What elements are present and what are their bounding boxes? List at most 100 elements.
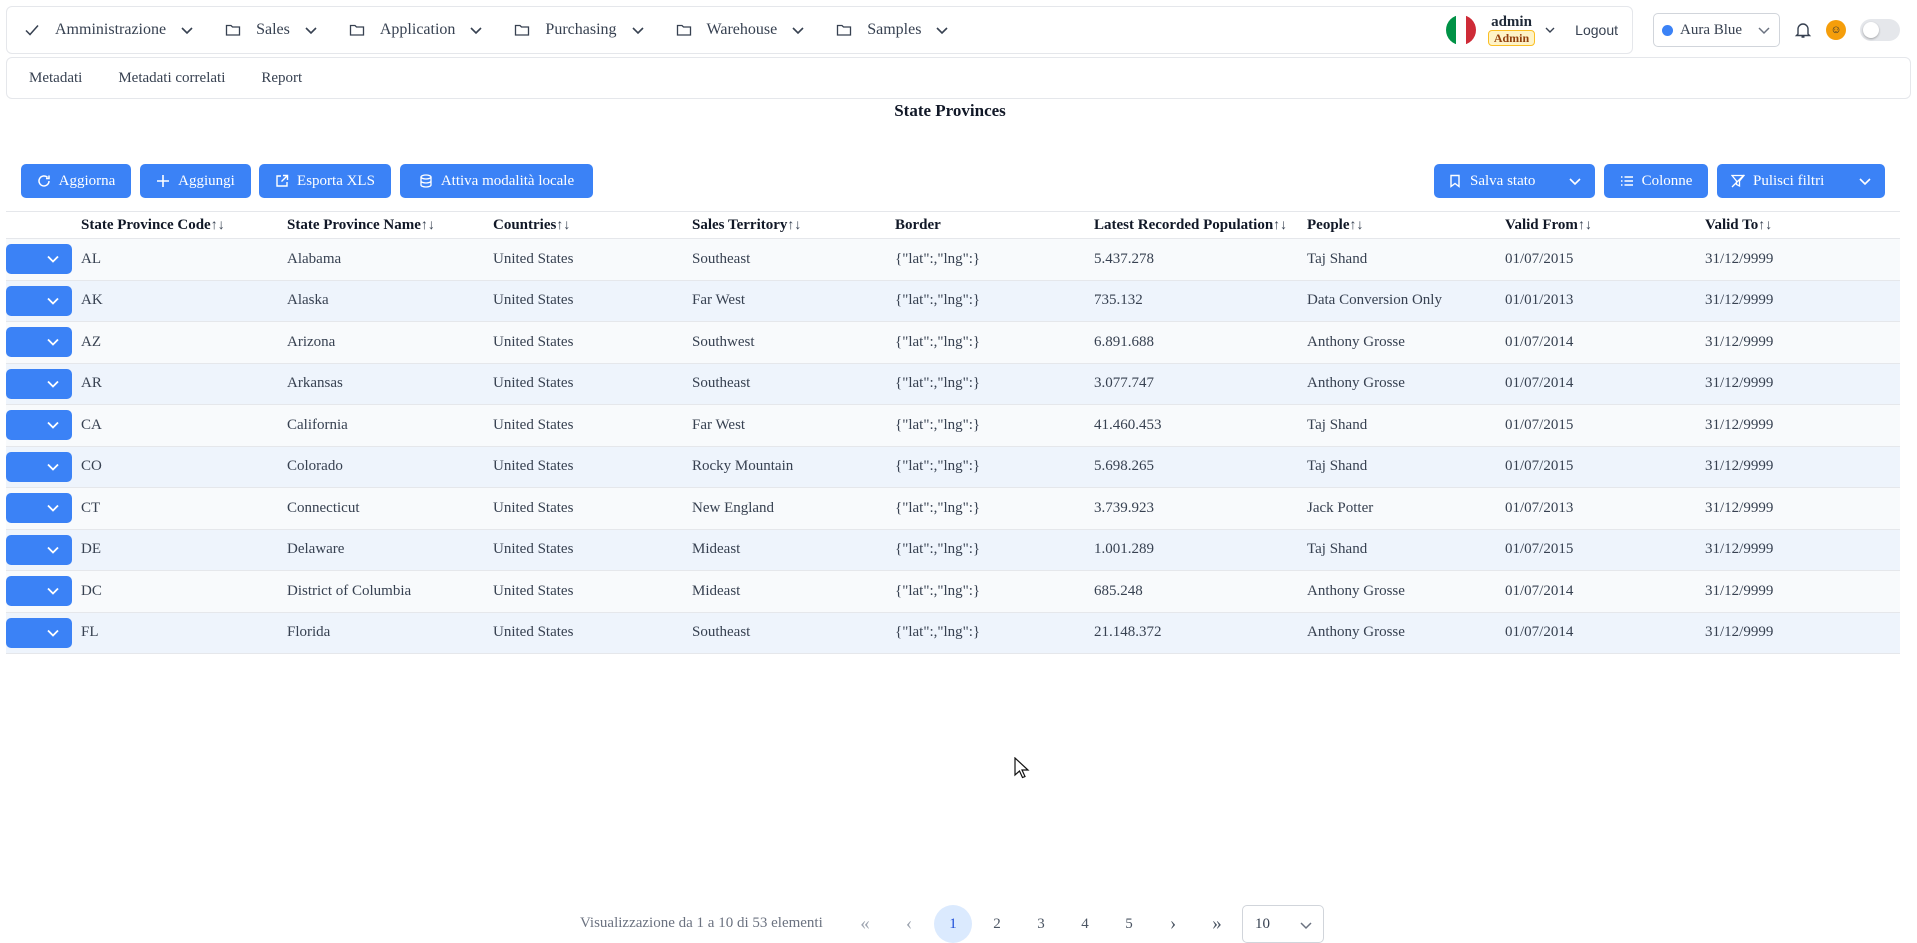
cell-valid-from: 01/07/2014 <box>1505 363 1705 405</box>
mouse-cursor-icon <box>1014 757 1030 779</box>
cell-border: {"lat":,"lng":} <box>895 487 1094 530</box>
chevron-down-icon <box>47 339 59 347</box>
sort-icon[interactable]: ↑↓ <box>421 218 435 233</box>
next-page-button[interactable]: › <box>1154 905 1192 943</box>
nav-item-amministrazione[interactable]: Amministrazione <box>7 7 208 53</box>
row-expand-button[interactable] <box>6 576 72 607</box>
header-people[interactable]: People↑↓ <box>1307 211 1505 239</box>
cell-code: DE <box>81 529 287 571</box>
last-page-button[interactable]: » <box>1198 905 1236 943</box>
page-button-5[interactable]: 5 <box>1110 905 1148 943</box>
local-mode-button[interactable]: Attiva modalità locale <box>400 164 593 198</box>
sort-icon[interactable]: ↑↓ <box>211 218 225 233</box>
subnav-item-report[interactable]: Report <box>261 70 302 87</box>
page-button-3[interactable]: 3 <box>1022 905 1060 943</box>
row-expand-button[interactable] <box>6 244 72 275</box>
row-expand-button[interactable] <box>6 285 72 316</box>
logout-button[interactable]: Logout <box>1575 22 1618 38</box>
header-valid-to[interactable]: Valid To↑↓ <box>1705 211 1900 239</box>
chevron-down-icon[interactable] <box>1543 23 1557 37</box>
user-menu[interactable]: admin Admin <box>1487 14 1536 46</box>
cell-population: 1.001.289 <box>1094 529 1307 571</box>
nav-item-purchasing[interactable]: Purchasing <box>497 7 658 53</box>
table-row: AK Alaska United States Far West {"lat":,"ln… <box>6 280 1900 322</box>
nav-item-warehouse[interactable]: Warehouse <box>659 7 820 53</box>
first-page-button[interactable]: « <box>846 905 884 943</box>
row-expander-cell <box>6 529 81 571</box>
cell-border: {"lat":,"lng":} <box>895 404 1094 447</box>
subnav-item-metadati-correlati[interactable]: Metadati correlati <box>118 70 225 87</box>
sort-icon[interactable]: ↑↓ <box>1758 218 1772 233</box>
refresh-icon <box>37 174 51 188</box>
bell-icon[interactable] <box>1794 21 1812 39</box>
folder-icon <box>224 21 242 39</box>
export-xls-button[interactable]: Esporta XLS <box>259 164 391 198</box>
row-expand-button[interactable] <box>6 617 72 648</box>
clear-filters-split-button: Pulisci filtri <box>1717 164 1885 198</box>
chevron-down-icon <box>1569 178 1581 186</box>
header-latest-recorded-population[interactable]: Latest Recorded Population↑↓ <box>1094 211 1307 239</box>
cell-valid-from: 01/07/2015 <box>1505 529 1705 571</box>
sort-icon[interactable]: ↑↓ <box>1273 218 1287 233</box>
italian-flag-icon[interactable] <box>1445 15 1476 45</box>
subnav-item-metadati[interactable]: Metadati <box>29 70 82 87</box>
clear-filters-dropdown-button[interactable] <box>1845 164 1885 198</box>
header-valid-from[interactable]: Valid From↑↓ <box>1505 211 1705 239</box>
cell-border: {"lat":,"lng":} <box>895 238 1094 281</box>
cell-population: 735.132 <box>1094 280 1307 322</box>
row-expand-button[interactable] <box>6 534 72 565</box>
dark-mode-toggle[interactable] <box>1860 19 1900 41</box>
row-expand-button[interactable] <box>6 493 72 524</box>
sort-icon[interactable]: ↑↓ <box>787 218 801 233</box>
save-state-dropdown-button[interactable] <box>1555 164 1595 198</box>
chevron-down-icon <box>47 546 59 554</box>
sort-icon[interactable]: ↑↓ <box>1350 218 1364 233</box>
columns-button[interactable]: Colonne <box>1604 164 1708 198</box>
header-expander <box>6 211 81 239</box>
row-expander-cell <box>6 363 81 405</box>
cell-sales-territory: Southeast <box>692 612 895 654</box>
add-button[interactable]: Aggiungi <box>140 164 251 198</box>
row-expand-button[interactable] <box>6 451 72 482</box>
avatar[interactable]: ☺ <box>1826 20 1846 40</box>
cell-valid-to: 31/12/9999 <box>1705 238 1900 281</box>
refresh-button[interactable]: Aggiorna <box>21 164 131 198</box>
cell-population: 3.739.923 <box>1094 487 1307 530</box>
sort-icon[interactable]: ↑↓ <box>556 218 570 233</box>
clear-filters-button[interactable]: Pulisci filtri <box>1717 164 1824 198</box>
header-state-province-code[interactable]: State Province Code↑↓ <box>81 211 287 239</box>
theme-select[interactable]: Aura Blue <box>1653 13 1780 47</box>
nav-item-samples[interactable]: Samples <box>819 7 963 53</box>
nav-item-label: Application <box>379 21 456 38</box>
cell-population: 5.437.278 <box>1094 238 1307 281</box>
theme-select-value: Aura Blue <box>1680 21 1743 38</box>
filter-slash-icon <box>1731 174 1745 188</box>
row-expand-button[interactable] <box>6 327 72 358</box>
page-button-4[interactable]: 4 <box>1066 905 1104 943</box>
nav-item-application[interactable]: Application <box>332 7 498 53</box>
save-state-button[interactable]: Salva stato <box>1434 164 1535 198</box>
nav-item-sales[interactable]: Sales <box>208 7 332 53</box>
cell-name: Alabama <box>287 238 493 281</box>
cell-population: 685.248 <box>1094 570 1307 613</box>
save-state-split-button: Salva stato <box>1434 164 1595 198</box>
cell-code: AK <box>81 280 287 322</box>
rows-per-page-select[interactable]: 10 <box>1242 905 1324 943</box>
row-expander-cell <box>6 404 81 447</box>
chevron-down-icon <box>47 629 59 637</box>
sub-navbar: Metadati Metadati correlati Report <box>6 57 1911 99</box>
sort-icon[interactable]: ↑↓ <box>1578 218 1592 233</box>
cell-country: United States <box>493 280 692 322</box>
row-expand-button[interactable] <box>6 410 72 441</box>
header-countries[interactable]: Countries↑↓ <box>493 211 692 239</box>
header-state-province-name[interactable]: State Province Name↑↓ <box>287 211 493 239</box>
page-button-1[interactable]: 1 <box>934 905 972 943</box>
page-button-2[interactable]: 2 <box>978 905 1016 943</box>
chevron-down-icon <box>935 23 949 37</box>
header-sales-territory[interactable]: Sales Territory↑↓ <box>692 211 895 239</box>
page-title: State Provinces <box>894 101 1006 120</box>
prev-page-button[interactable]: ‹ <box>890 905 928 943</box>
theme-color-dot <box>1662 24 1673 36</box>
chevron-down-icon <box>47 422 59 430</box>
row-expand-button[interactable] <box>6 368 72 399</box>
